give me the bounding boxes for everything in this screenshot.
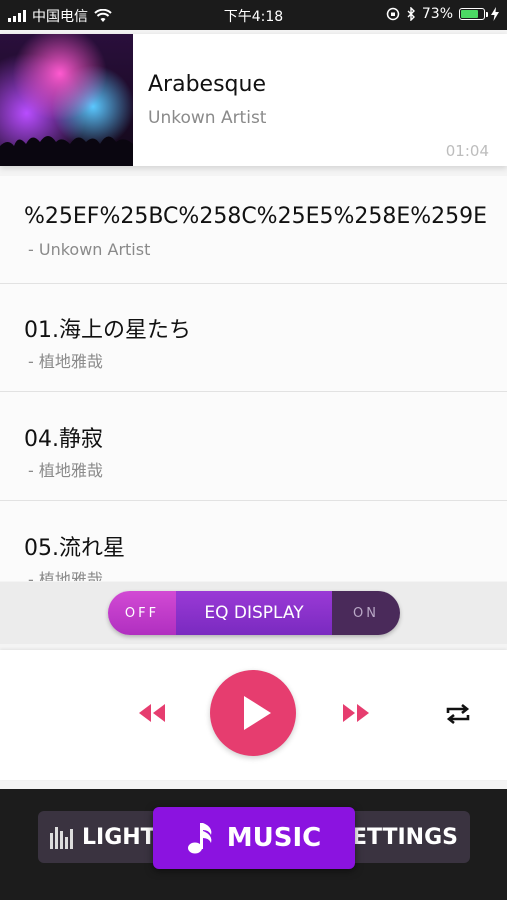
track-list: %25EF%25BC%258C%25E5%258E%259E - Unkown … <box>0 176 507 581</box>
track-artist: - Unkown Artist <box>28 240 151 259</box>
track-artist: - 植地雅哉 <box>28 461 103 480</box>
charging-icon <box>491 7 499 21</box>
eq-display-toggle[interactable]: OFF EQ DISPLAY ON <box>108 591 400 635</box>
equalizer-icon <box>50 827 73 849</box>
status-bar: 中国电信 下午4:18 73% <box>0 0 507 30</box>
track-row[interactable]: 04.静寂 - 植地雅哉 <box>0 393 507 501</box>
play-button[interactable] <box>210 670 296 756</box>
now-playing-title: Arabesque <box>148 72 266 97</box>
fast-forward-icon[interactable] <box>340 702 372 724</box>
tab-music-label: MUSIC <box>226 823 322 853</box>
battery-percent: 73% <box>421 6 453 22</box>
repeat-icon[interactable] <box>444 700 472 728</box>
rewind-icon[interactable] <box>136 702 168 724</box>
bottom-tab-bar: LIGHT SETTINGS MUSIC <box>0 789 507 900</box>
status-right: 73% <box>386 6 499 22</box>
track-row[interactable]: %25EF%25BC%258C%25E5%258E%259E - Unkown … <box>0 176 507 284</box>
track-row[interactable]: 01.海上の星たち - 植地雅哉 <box>0 284 507 392</box>
now-playing-card[interactable]: Arabesque Unkown Artist 01:04 <box>0 34 507 166</box>
bluetooth-icon <box>407 7 415 21</box>
tab-music[interactable]: MUSIC <box>153 807 355 869</box>
play-icon <box>244 696 271 730</box>
music-note-icon <box>187 823 212 854</box>
track-title: 01.海上の星たち <box>24 318 191 343</box>
orientation-lock-icon <box>386 7 400 21</box>
battery-icon <box>459 8 488 20</box>
track-title: 05.流れ星 <box>24 536 125 561</box>
player-controls <box>0 650 507 780</box>
track-row[interactable]: 05.流れ星 - 植地雅哉 <box>0 502 507 581</box>
now-playing-duration: 01:04 <box>445 142 489 160</box>
track-title: %25EF%25BC%258C%25E5%258E%259E <box>24 204 488 229</box>
track-title: 04.静寂 <box>24 427 103 452</box>
eq-on-option[interactable]: ON <box>332 591 400 635</box>
album-art <box>0 34 133 166</box>
now-playing-artist: Unkown Artist <box>148 108 267 128</box>
eq-off-option[interactable]: OFF <box>108 591 176 635</box>
track-artist: - 植地雅哉 <box>28 570 103 581</box>
eq-display-label[interactable]: EQ DISPLAY <box>176 591 332 635</box>
eq-bar: OFF EQ DISPLAY ON <box>0 582 507 644</box>
tab-light-label: LIGHT <box>82 824 156 850</box>
track-artist: - 植地雅哉 <box>28 352 103 371</box>
